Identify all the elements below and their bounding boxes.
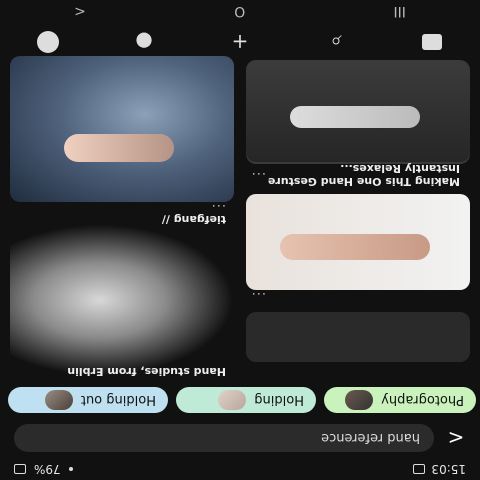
battery-icon — [14, 464, 26, 474]
more-options-icon[interactable]: ... — [211, 201, 226, 216]
pin-image[interactable] — [246, 66, 470, 162]
chip-thumbnail — [218, 390, 247, 410]
home-system-icon[interactable]: O — [234, 3, 245, 19]
pin-caption: Making This One Hand Gesture Instantly R… — [267, 162, 460, 188]
more-options-icon[interactable]: ... — [251, 289, 266, 304]
pin-image[interactable] — [246, 312, 470, 362]
chip-label: Holding — [254, 392, 304, 408]
back-system-icon[interactable]: < — [74, 3, 86, 19]
chip-holding-out[interactable]: Holding out — [8, 387, 168, 413]
clock: 15:03 — [431, 462, 466, 476]
screen: 15:03 79% < Photography Holding Holding … — [0, 0, 480, 480]
profile-icon[interactable] — [34, 28, 62, 56]
create-icon[interactable]: + — [226, 28, 254, 56]
chip-label: Photography — [381, 392, 464, 408]
back-icon[interactable]: < — [446, 426, 466, 450]
chip-photography[interactable]: Photography — [324, 387, 476, 413]
pin-image[interactable] — [10, 224, 234, 376]
recents-icon[interactable]: III — [393, 3, 405, 19]
battery-level: 79% — [34, 462, 61, 476]
chip-label: Holding out — [80, 392, 156, 408]
status-bar: 15:03 79% — [0, 458, 480, 480]
filter-chips: Photography Holding Holding out — [0, 382, 480, 418]
pin-caption: Hand studies, from Erblin — [67, 365, 226, 378]
search-input[interactable] — [14, 424, 434, 452]
chip-thumbnail — [345, 390, 374, 410]
bottom-nav: ⌕ + ● — [0, 24, 480, 60]
chip-holding[interactable]: Holding — [176, 387, 316, 413]
search-icon[interactable]: ⌕ — [322, 28, 350, 56]
signal-icon — [68, 467, 73, 471]
home-icon[interactable] — [418, 28, 446, 56]
chat-icon[interactable]: ● — [130, 28, 158, 56]
notification-icon — [413, 464, 426, 474]
pin-image[interactable] — [246, 194, 470, 290]
system-nav: III O < — [0, 0, 480, 22]
pin-image[interactable] — [10, 56, 234, 202]
chip-thumbnail — [44, 390, 73, 410]
search-bar: < — [0, 422, 480, 454]
